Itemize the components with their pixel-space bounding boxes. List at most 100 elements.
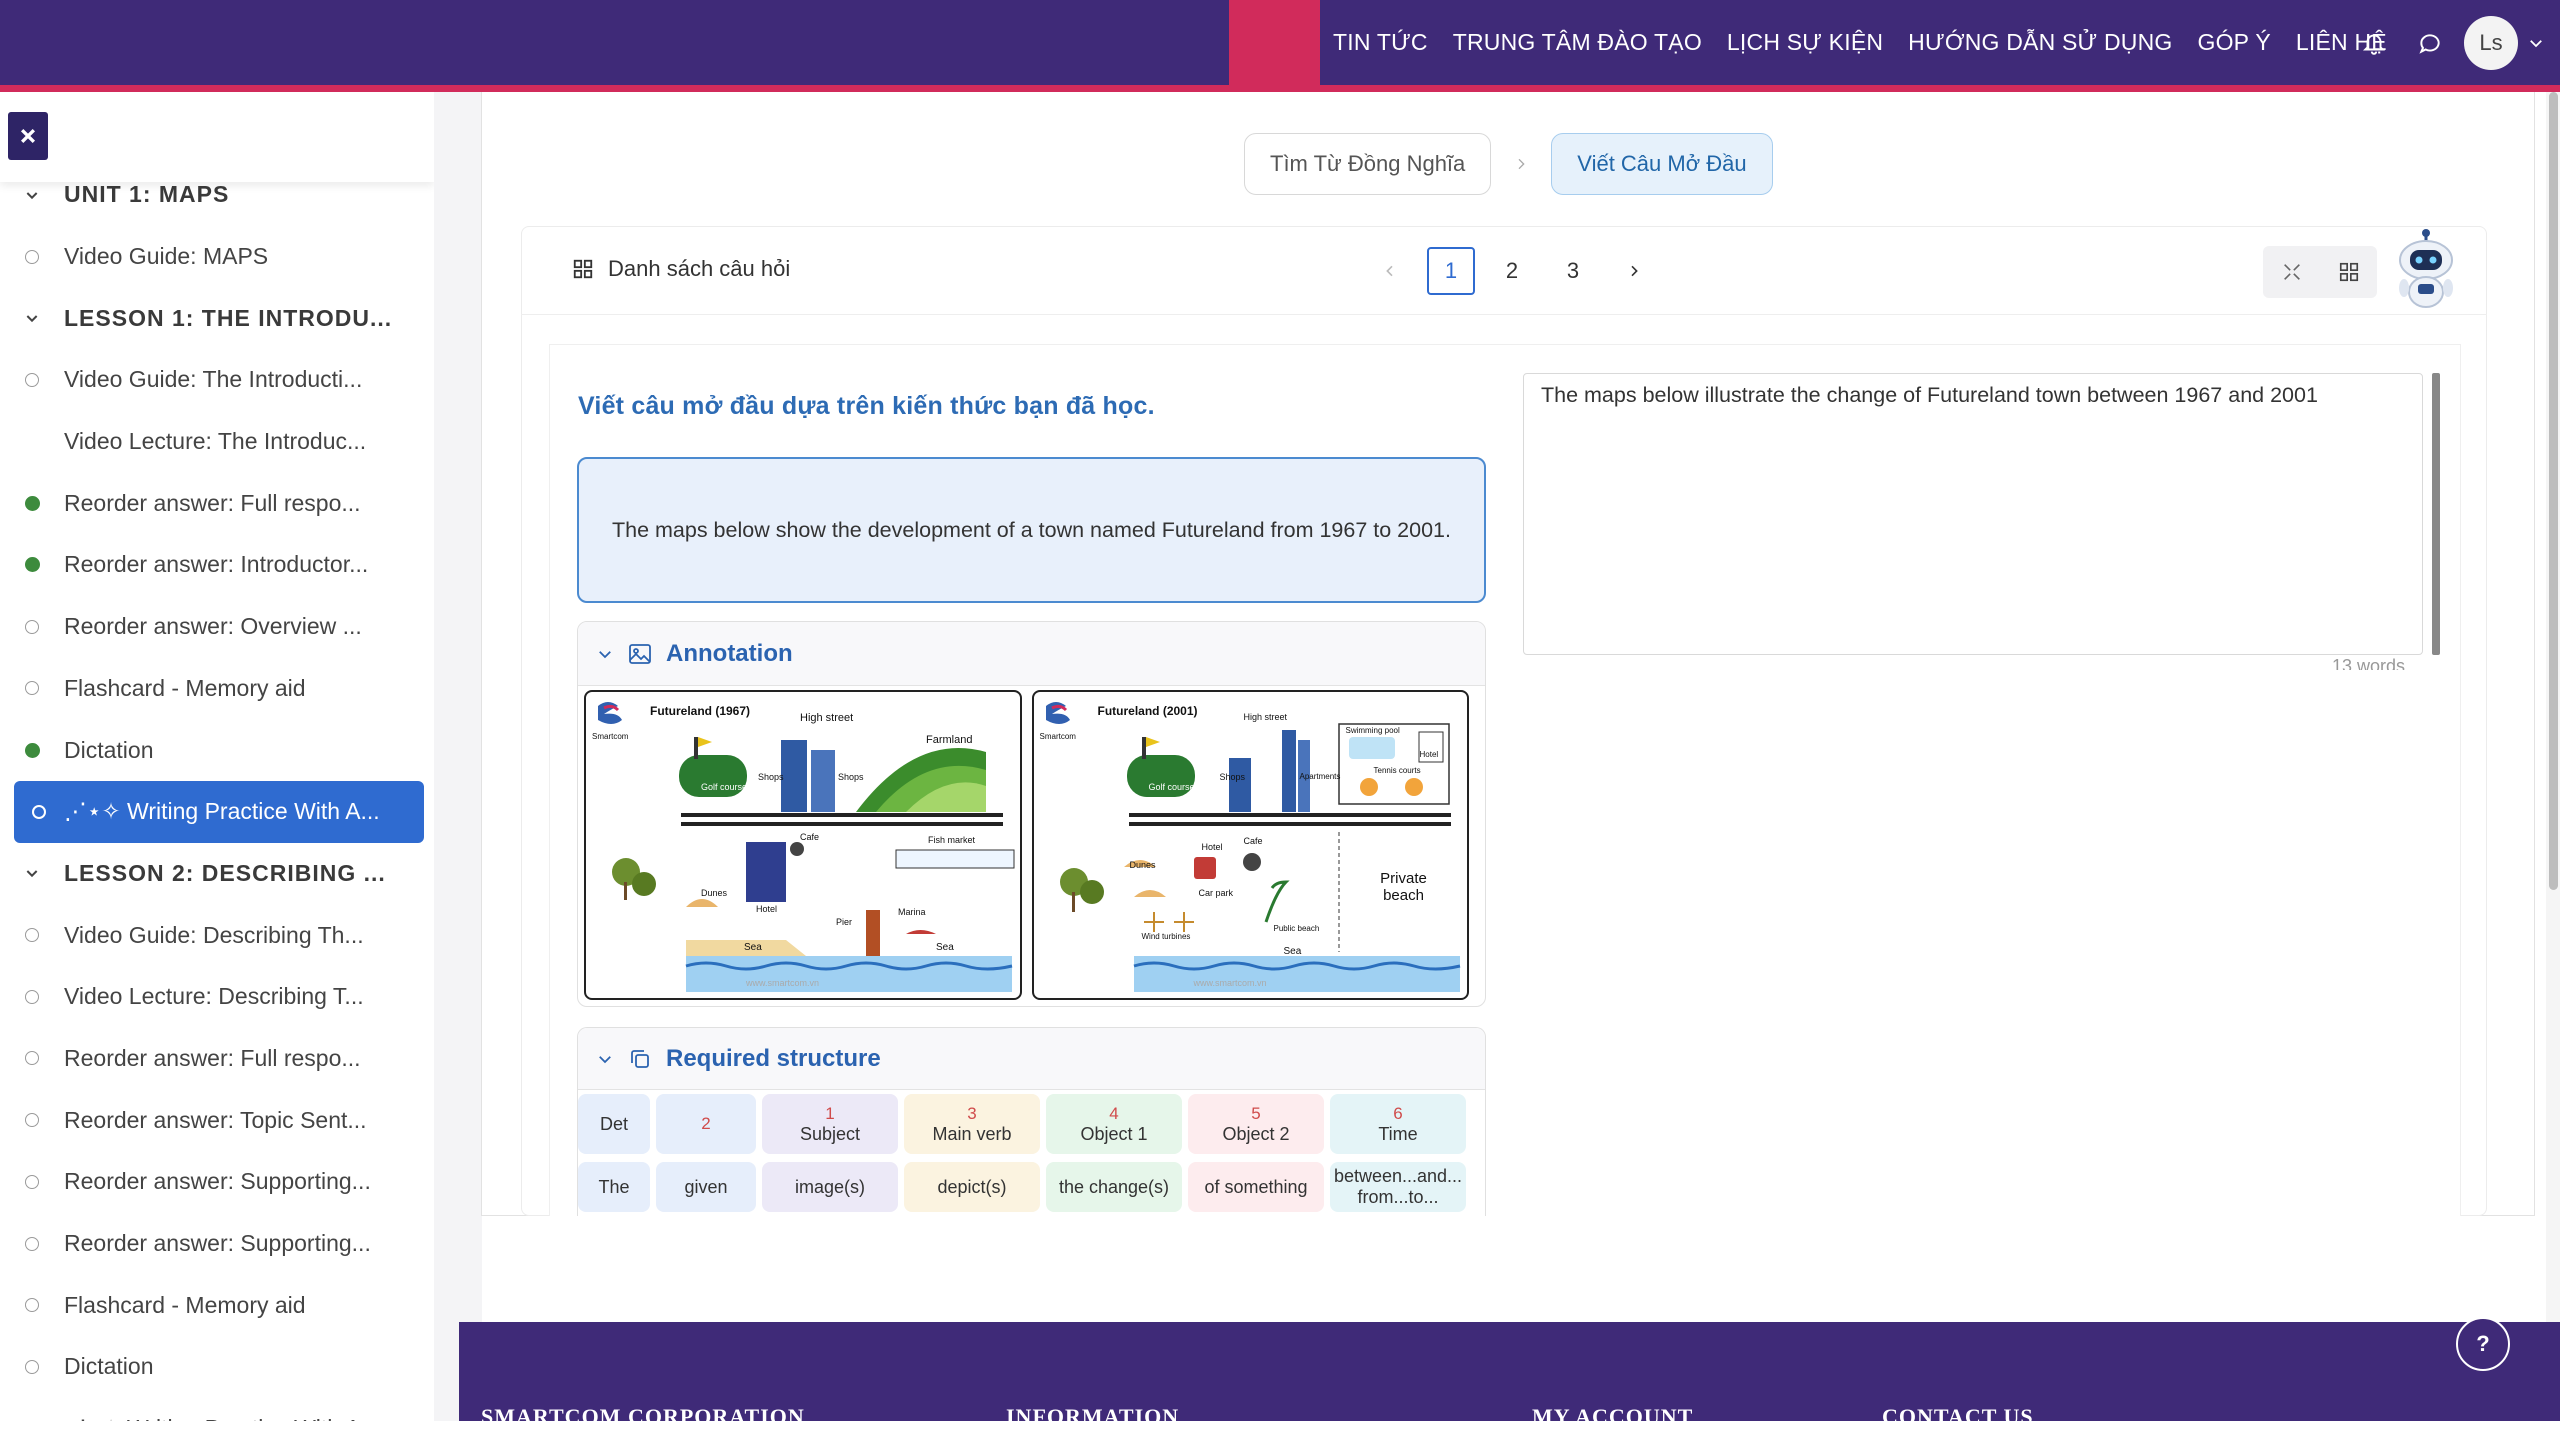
map-label: High street	[1243, 712, 1288, 722]
question-list-button[interactable]: Danh sách câu hỏi	[572, 256, 790, 282]
chevron-down-icon[interactable]	[2518, 15, 2554, 71]
avatar[interactable]: Ls	[2464, 15, 2518, 70]
sidebar-lesson-item[interactable]: Reorder answer: Introductor...	[0, 534, 434, 596]
map-label: Car park	[1198, 888, 1234, 898]
top-user-tools: Ls	[2346, 0, 2560, 85]
sidebar-item-label: LESSON 1: THE INTRODU...	[64, 304, 393, 331]
structure-column: 5 Object 2 of something	[1188, 1094, 1324, 1212]
sidebar-lesson-item[interactable]: Reorder answer: Overview ...	[0, 596, 434, 658]
map-logo-label: Smartcom	[592, 732, 629, 741]
structure-column-header: 5 Object 2	[1188, 1094, 1324, 1154]
bell-icon[interactable]	[2346, 15, 2402, 71]
structure-column-header: 1 Subject	[762, 1094, 898, 1154]
prev-page-icon[interactable]	[1366, 247, 1414, 295]
sidebar-lesson-item[interactable]: Reorder answer: Full respo...	[0, 1028, 434, 1090]
chevron-right-icon	[1491, 156, 1551, 172]
pagination: 1 2 3	[1366, 247, 1671, 295]
grid-icon	[573, 259, 593, 279]
map-label: Apartments	[1299, 772, 1341, 781]
sidebar-item-label: Reorder answer: Overview ...	[64, 613, 362, 640]
help-button[interactable]: ?	[2456, 1317, 2510, 1371]
map-1967-title: Futureland (1967)	[650, 704, 751, 718]
robot-assistant-icon[interactable]	[2390, 228, 2462, 312]
sidebar-item-label: Video Guide: Describing Th...	[64, 921, 364, 948]
map-label: Shops	[758, 772, 784, 782]
annotation-header[interactable]: Annotation	[578, 622, 1485, 686]
map-2001-image[interactable]: Futureland (2001) High street Swimming p…	[1031, 690, 1469, 1000]
page-button-1[interactable]: 1	[1427, 247, 1475, 295]
sidebar-lesson-item[interactable]: Video Guide: MAPS	[0, 226, 434, 288]
sidebar-lesson-item[interactable]: Dictation	[0, 1336, 434, 1398]
sidebar-lesson-item[interactable]: ⋰⋆✧ Writing Practice With A...	[0, 1398, 434, 1421]
nav-feedback[interactable]: GÓP Ý	[2197, 29, 2270, 56]
breadcrumb-previous-step[interactable]: Tìm Từ Đồng Nghĩa	[1244, 133, 1492, 195]
sidebar-lesson-item[interactable]: Video Guide: The Introducti...	[0, 349, 434, 411]
sidebar-lesson-item[interactable]: Dictation	[0, 719, 434, 781]
close-sidebar-button[interactable]	[8, 112, 48, 160]
breadcrumb: Tìm Từ Đồng Nghĩa Viết Câu Mở Đầu	[1244, 133, 1773, 195]
sidebar-lesson-item[interactable]: Reorder answer: Supporting...	[0, 1213, 434, 1275]
map-label: Golf course	[1148, 782, 1195, 792]
sidebar-item-label: Dictation	[64, 1353, 154, 1380]
structure-column-header: 3 Main verb	[904, 1094, 1040, 1154]
image-icon	[629, 643, 651, 664]
incomplete-dot-icon	[0, 1359, 64, 1374]
map-label: Cafe	[1243, 836, 1263, 846]
footer-heading-company: SMARTCOM CORPORATION	[481, 1404, 805, 1429]
incomplete-dot-icon	[0, 1051, 64, 1066]
page-button-2[interactable]: 2	[1488, 247, 1536, 295]
sidebar-lesson-item[interactable]: Reorder answer: Supporting...	[0, 1151, 434, 1213]
map-label: High street	[800, 712, 854, 724]
sidebar-item-label: ⋰⋆✧ Writing Practice With A...	[64, 798, 380, 825]
map-watermark: www.smartcom.vn	[746, 978, 820, 988]
sidebar-lesson-item[interactable]: Video Lecture: Describing T...	[0, 966, 434, 1028]
footer-heading-information: INFORMATION	[1006, 1404, 1180, 1429]
answer-textarea[interactable]: The maps below illustrate the change of …	[1523, 373, 2423, 655]
chevron-down-icon	[0, 187, 64, 203]
map-label: Swimming pool	[1345, 726, 1400, 735]
page-button-3[interactable]: 3	[1549, 247, 1597, 295]
sidebar-item-label: Dictation	[64, 736, 154, 763]
structure-cell: between...and... from...to...	[1330, 1162, 1466, 1212]
map-label: Hotel	[1419, 750, 1439, 759]
map-label: Shops	[838, 772, 864, 782]
chat-icon[interactable]	[2402, 15, 2458, 71]
next-page-icon[interactable]	[1610, 247, 1658, 295]
sidebar-lesson-item[interactable]: Video Lecture: The Introduc...	[0, 411, 434, 473]
nav-news[interactable]: TIN TỨC	[1333, 29, 1428, 56]
required-structure-header[interactable]: Required structure	[578, 1028, 1485, 1090]
nav-training-center[interactable]: TRUNG TÂM ĐÀO TẠO	[1453, 29, 1702, 56]
layout-grid-icon[interactable]	[2338, 261, 2360, 283]
sidebar-section-header[interactable]: LESSON 1: THE INTRODU...	[0, 287, 434, 349]
navbar-accent-block	[1229, 0, 1320, 85]
sidebar-section-header[interactable]: LESSON 2: DESCRIBING ...	[0, 843, 434, 905]
sidebar-lesson-item[interactable]: ⋰⋆✧ Writing Practice With A...	[14, 780, 424, 843]
sidebar-lesson-item[interactable]: Flashcard - Memory aid	[0, 1274, 434, 1336]
nav-event-calendar[interactable]: LỊCH SỰ KIỆN	[1727, 29, 1883, 56]
structure-column: 6 Time between...and... from...to...	[1330, 1094, 1466, 1212]
structure-cell: given	[656, 1162, 756, 1212]
incomplete-dot-icon	[0, 1298, 64, 1313]
incomplete-dot-icon	[0, 372, 64, 387]
structure-column-number: 4	[1109, 1103, 1119, 1123]
sidebar-lesson-item[interactable]: Reorder answer: Topic Sent...	[0, 1089, 434, 1151]
page-scrollbar-thumb[interactable]	[2549, 92, 2558, 890]
map-1967-image[interactable]: Futureland (1967) High street Farmland G…	[584, 690, 1022, 1000]
chevron-down-icon	[0, 865, 64, 881]
breadcrumb-current-step[interactable]: Viết Câu Mở Đầu	[1551, 133, 1773, 195]
sidebar-lesson-item[interactable]: Reorder answer: Full respo...	[0, 472, 434, 534]
map-label: Sea	[1283, 946, 1302, 957]
map-label: Sea	[936, 942, 954, 953]
collapse-icon[interactable]	[2281, 261, 2303, 283]
nav-user-guide[interactable]: HƯỚNG DẪN SỬ DỤNG	[1908, 29, 2172, 56]
incomplete-dot-icon	[0, 928, 64, 943]
map-label: Marina	[898, 907, 926, 917]
task-statement: The maps below show the development of a…	[577, 457, 1486, 603]
completed-dot-icon	[0, 495, 64, 511]
sidebar-lesson-item[interactable]: Flashcard - Memory aid	[0, 658, 434, 720]
word-count: 13 words	[2332, 656, 2406, 670]
sidebar-lesson-item[interactable]: Video Guide: Describing Th...	[0, 904, 434, 966]
answer-scrollbar[interactable]	[2432, 373, 2440, 655]
sidebar-item-label: ⋰⋆✧ Writing Practice With A...	[64, 1415, 380, 1421]
structure-column-header: 6 Time	[1330, 1094, 1466, 1154]
